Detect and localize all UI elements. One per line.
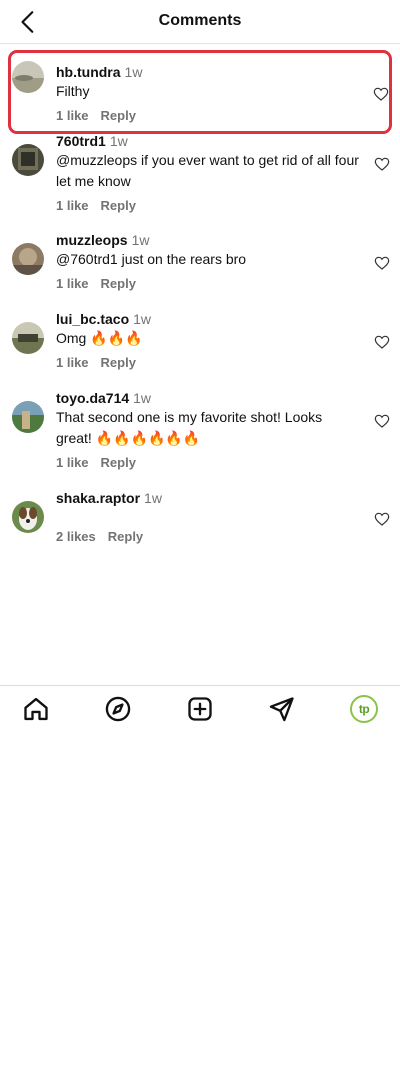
comment-body: shaka.raptor 1w 2 likes Reply [56,489,360,544]
avatar[interactable] [12,243,44,275]
comment-item: shaka.raptor 1w 2 likes Reply [0,489,400,571]
comment-item: lui_bc.taco 1w Omg 🔥🔥🔥 1 like Reply [0,310,400,391]
heart-icon[interactable] [374,511,390,527]
page-title: Comments [158,12,242,29]
bottom-nav: tp [0,685,400,731]
comment-time: 1w [131,232,150,248]
comment-text: @muzzleops if you ever want to get rid o… [56,152,359,189]
avatar[interactable] [12,401,44,433]
reply-button[interactable]: Reply [101,355,136,370]
like-count[interactable]: 1 like [56,198,89,213]
comment-body: toyo.da714 1w That second one is my favor… [56,389,360,470]
comment-text [56,507,360,523]
reply-button[interactable]: Reply [101,108,136,123]
comment-username[interactable]: lui_bc.taco [56,311,129,327]
comment-text: Omg 🔥🔥🔥 [56,330,143,346]
comment-time: 1w [133,311,152,327]
comment-username[interactable]: 760trd1 [56,133,106,149]
comment-item: muzzleops 1w @760trd1 just on the rears b… [0,231,400,312]
reply-button[interactable]: Reply [101,198,136,213]
comment-body: muzzleops 1w @760trd1 just on the rears b… [56,231,360,291]
create-icon[interactable] [186,695,214,723]
comment-username[interactable]: hb.tundra [56,64,121,80]
avatar[interactable] [12,61,44,93]
reply-button[interactable]: Reply [108,529,143,544]
reply-button[interactable]: Reply [101,276,136,291]
avatar[interactable] [12,144,44,176]
header: Comments [0,0,400,44]
profile-initials: tp [358,702,370,716]
messages-icon[interactable] [268,695,296,723]
avatar[interactable] [12,501,44,533]
heart-icon[interactable] [374,255,390,271]
comment-username[interactable]: muzzleops [56,232,128,248]
comment-body: hb.tundra 1w Filthy 1 like Reply [56,63,357,123]
comment-time: 1w [133,390,152,406]
comment-body: lui_bc.taco 1w Omg 🔥🔥🔥 1 like Reply [56,310,360,370]
comment-item: hb.tundra 1w Filthy 1 like Reply [8,50,392,134]
home-icon[interactable] [22,695,50,723]
comment-item: 760trd1 1w @muzzleops if you ever want to… [0,132,400,233]
reply-button[interactable]: Reply [101,455,136,470]
like-count[interactable]: 1 like [56,276,89,291]
profile-icon[interactable]: tp [350,695,378,723]
like-count[interactable]: 1 like [56,455,89,470]
comment-text: @760trd1 just on the rears bro [56,251,247,267]
like-count[interactable]: 2 likes [56,529,96,544]
comment-time: 1w [124,64,143,80]
heart-icon[interactable] [374,156,390,172]
avatar[interactable] [12,322,44,354]
comment-text: Filthy [56,83,90,99]
comment-time: 1w [144,490,162,506]
comment-item: toyo.da714 1w That second one is my favor… [0,389,400,491]
heart-icon[interactable] [374,413,390,429]
explore-icon[interactable] [104,695,132,723]
comment-body: 760trd1 1w @muzzleops if you ever want to… [56,132,360,213]
comment-text: That second one is my favorite shot! Loo… [56,409,323,446]
like-count[interactable]: 1 like [56,108,89,123]
heart-icon[interactable] [373,86,389,102]
like-count[interactable]: 1 like [56,355,89,370]
comment-time: 1w [109,133,128,149]
heart-icon[interactable] [374,334,390,350]
comment-username[interactable]: toyo.da714 [56,390,129,406]
comment-username[interactable]: shaka.raptor [56,490,140,506]
comment-list: hb.tundra 1w Filthy 1 like Reply 760trd1 1w… [0,50,400,571]
